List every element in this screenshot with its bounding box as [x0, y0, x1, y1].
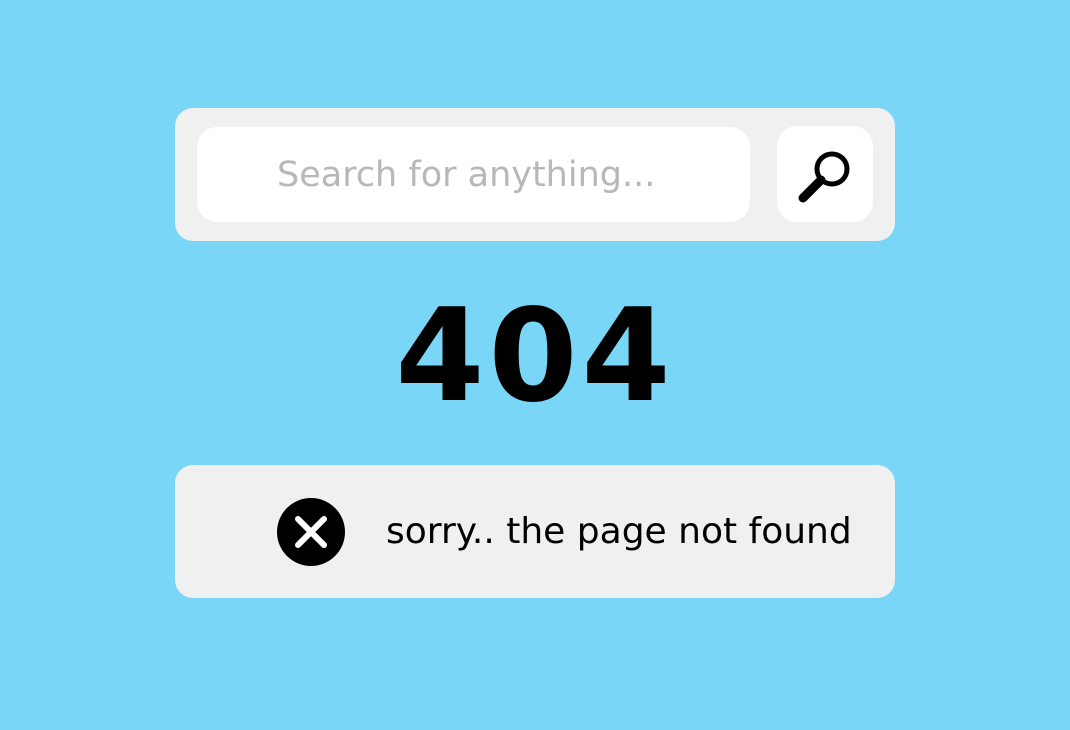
search-button[interactable]: [777, 126, 873, 222]
error-message: sorry.. the page not found: [386, 511, 852, 552]
error-message-box: sorry.. the page not found: [175, 465, 895, 598]
search-input[interactable]: [197, 127, 750, 222]
close-circle-icon: [277, 498, 345, 566]
search-bar: [175, 108, 895, 241]
error-code: 404: [395, 282, 675, 431]
magnifying-glass-icon: [798, 151, 850, 203]
